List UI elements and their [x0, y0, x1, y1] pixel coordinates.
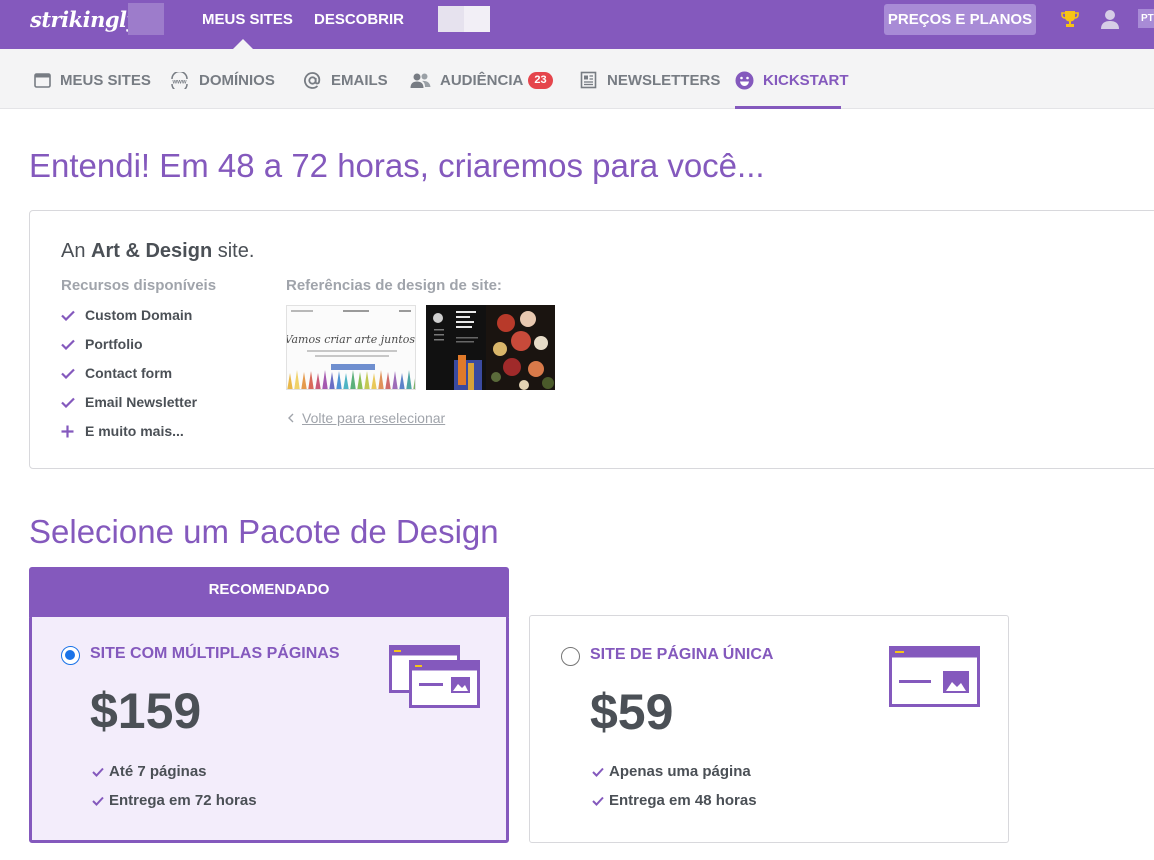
notification-badge: 23	[528, 71, 553, 89]
site-type-prefix: An	[61, 240, 86, 262]
site-type-name: Art & Design	[91, 240, 213, 262]
at-sign-icon	[304, 71, 321, 89]
package-feature-label: Entrega em 72 horas	[109, 792, 257, 809]
sub-navigation: MEUS SITES www DOMÍNIOS EMAILS AUDIÊNCIA…	[0, 49, 1154, 109]
package-feature-label: Apenas uma página	[609, 763, 751, 780]
resource-label: Custom Domain	[85, 307, 193, 323]
subnav-label: DOMÍNIOS	[199, 71, 275, 89]
package-price: $59	[590, 684, 674, 740]
package-card-multi-page[interactable]: SITE COM MÚLTIPLAS PÁGINAS $159 Até 7 pá…	[29, 615, 509, 843]
chevron-left-icon	[288, 410, 294, 426]
resource-label: E muito mais...	[85, 423, 184, 439]
trophy-icon[interactable]	[1060, 9, 1080, 29]
svg-text:www: www	[171, 79, 186, 85]
pricing-plans-button[interactable]: PREÇOS E PLANOS	[884, 4, 1036, 35]
package-card-single-page[interactable]: SITE DE PÁGINA ÚNICA $59 Apenas uma pági…	[529, 615, 1009, 843]
subnav-label: KICKSTART	[763, 71, 849, 89]
single-page-icon	[889, 646, 980, 707]
package-price: $159	[90, 683, 202, 739]
package-feature: Apenas uma página	[592, 763, 751, 780]
resource-item: Portfolio	[61, 336, 143, 352]
logo-placeholder	[128, 3, 164, 35]
site-type-line: An Art & Design site.	[61, 240, 254, 263]
top-placeholder-block	[438, 6, 490, 32]
thumbnail-flower-painting	[426, 305, 555, 390]
resource-item: Custom Domain	[61, 307, 192, 323]
check-icon	[592, 796, 604, 806]
check-icon	[61, 397, 75, 408]
package-feature: Até 7 páginas	[92, 763, 207, 780]
subnav-label: EMAILS	[331, 71, 388, 89]
reselect-link-text: Volte para reselecionar	[302, 410, 446, 426]
package-name: SITE COM MÚLTIPLAS PÁGINAS	[90, 645, 340, 662]
recommended-banner: RECOMENDADO	[29, 567, 509, 617]
check-icon	[592, 767, 604, 777]
browser-window-icon	[34, 72, 51, 88]
subnav-item-audiencia[interactable]: AUDIÊNCIA 23	[410, 69, 553, 91]
check-icon	[92, 767, 104, 777]
package-feature: Entrega em 48 horas	[592, 792, 757, 809]
package-radio-single[interactable]	[561, 647, 580, 666]
package-feature: Entrega em 72 horas	[92, 792, 257, 809]
reselect-link[interactable]: Volte para reselecionar	[288, 410, 445, 426]
subnav-label: MEUS SITES	[60, 71, 151, 89]
subnav-item-kickstart[interactable]: KICKSTART	[735, 69, 849, 91]
resource-item: E muito mais...	[61, 423, 184, 439]
check-icon	[92, 796, 104, 806]
thumbnail-headline: Vamos criar arte juntos!	[287, 333, 416, 346]
subnav-label: NEWSLETTERS	[607, 71, 721, 89]
strikingly-logo[interactable]: strikingly	[30, 7, 139, 32]
subnav-item-newsletters[interactable]: NEWSLETTERS	[580, 69, 720, 91]
top-bar: strikingly MEUS SITES DESCOBRIR PREÇOS E…	[0, 0, 1154, 49]
check-icon	[61, 368, 75, 379]
www-globe-icon: www	[171, 71, 188, 89]
site-type-suffix: site.	[217, 240, 255, 262]
check-icon	[61, 339, 75, 350]
subnav-item-meus-sites[interactable]: MEUS SITES	[34, 69, 151, 91]
resource-label: Portfolio	[85, 336, 143, 352]
site-summary-card: An Art & Design site. Recursos disponíve…	[29, 210, 1154, 469]
subnav-item-emails[interactable]: EMAILS	[303, 69, 388, 91]
multi-page-icon	[389, 645, 480, 708]
design-reference-thumbnail-2[interactable]	[426, 305, 555, 390]
check-icon	[61, 310, 75, 321]
package-radio-multi[interactable]	[61, 646, 80, 665]
references-heading: Referências de design de site:	[286, 277, 502, 294]
page-title: Entendi! Em 48 a 72 horas, criaremos par…	[29, 147, 765, 184]
smiley-icon	[735, 71, 754, 89]
package-section-title: Selecione um Pacote de Design	[29, 513, 499, 550]
plus-icon	[61, 425, 75, 438]
top-nav-descobrir[interactable]: DESCOBRIR	[314, 11, 404, 28]
language-selector[interactable]: PT	[1138, 9, 1154, 28]
resources-heading: Recursos disponíveis	[61, 277, 217, 294]
resource-item: Email Newsletter	[61, 394, 197, 410]
package-feature-label: Até 7 páginas	[109, 763, 207, 780]
design-reference-thumbnail-1[interactable]: Vamos criar arte juntos!	[286, 305, 416, 390]
subnav-item-dominios[interactable]: www DOMÍNIOS	[169, 69, 275, 91]
resource-label: Contact form	[85, 365, 173, 381]
package-feature-label: Entrega em 48 horas	[609, 792, 757, 809]
package-name: SITE DE PÁGINA ÚNICA	[590, 646, 774, 663]
user-profile-icon[interactable]	[1099, 8, 1121, 30]
resource-label: Email Newsletter	[85, 394, 198, 410]
subnav-label: AUDIÊNCIA	[440, 71, 524, 89]
newsletter-icon	[580, 71, 597, 89]
top-nav-meus-sites[interactable]: MEUS SITES	[202, 11, 293, 28]
thumbnail-art-pencils: Vamos criar arte juntos!	[287, 306, 416, 389]
active-tab-underline	[735, 106, 841, 109]
people-icon	[410, 73, 431, 88]
active-nav-caret	[233, 39, 253, 49]
resource-item: Contact form	[61, 365, 172, 381]
